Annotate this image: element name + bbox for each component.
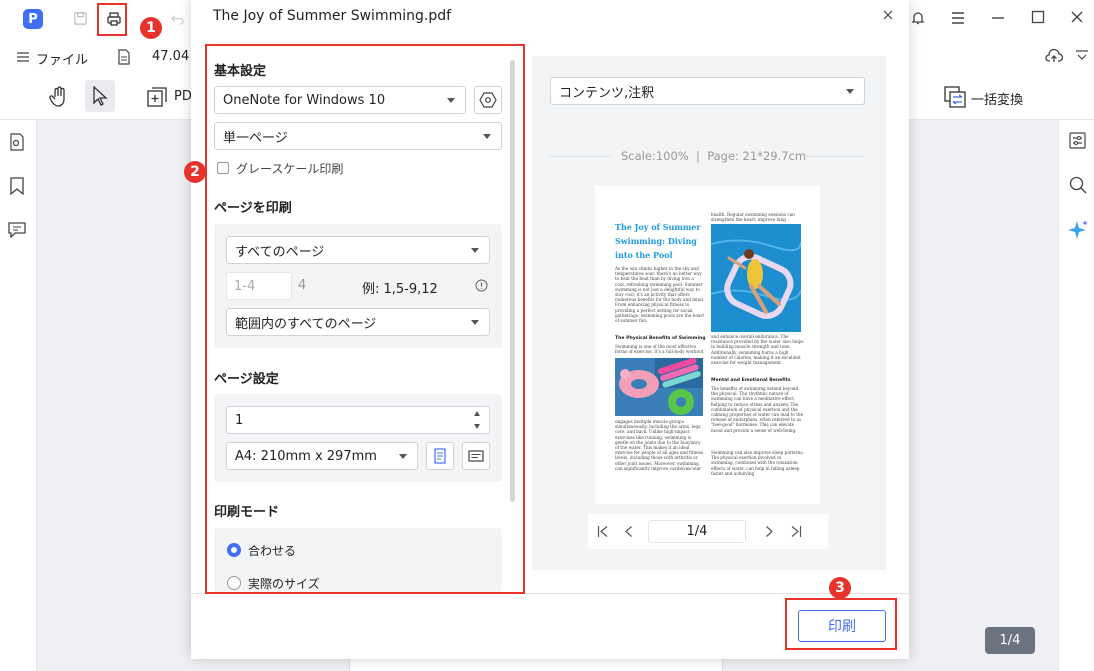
minimize-icon[interactable] <box>991 11 1005 25</box>
doc-mental-heading: Mental and Emotional Benefits <box>711 378 791 383</box>
maximize-icon[interactable] <box>1031 10 1045 24</box>
next-page-icon[interactable] <box>764 525 774 538</box>
doc-col2-top: health. Regular swimming sessions can st… <box>711 212 795 223</box>
preview-page-navigation: 1/4 <box>588 514 828 549</box>
collapse-icon[interactable] <box>1076 50 1088 62</box>
pool-floats-image <box>615 358 703 416</box>
doc-physical-text-1: Swimming is one of the most effective fo… <box>615 344 704 355</box>
menu-icon[interactable] <box>950 11 966 25</box>
callout-box-settings <box>205 44 525 594</box>
callout-box-print-icon <box>97 3 127 36</box>
doc-physical-text-2: engages multiple muscle groups simultane… <box>615 419 704 471</box>
doc-mental-text-2: Swimming can also improve sleep patterns… <box>711 450 804 476</box>
doc-intro: As the sun climbs higher in the sky and … <box>615 266 705 324</box>
properties-icon[interactable] <box>1069 132 1086 149</box>
doc-mental-text-1: The benefits of swimming extend beyond t… <box>711 386 804 433</box>
undo-icon[interactable] <box>170 11 185 26</box>
thumbnail-icon[interactable] <box>8 133 26 151</box>
scale-divider-left <box>549 156 611 157</box>
left-sidebar <box>0 120 37 671</box>
close-icon[interactable] <box>881 8 897 24</box>
page-number-value: 1/4 <box>686 524 708 539</box>
tool-pdf-label[interactable]: PDF <box>174 89 191 104</box>
comment-icon[interactable] <box>8 221 26 238</box>
ai-sparkle-icon[interactable] <box>1067 219 1089 241</box>
last-page-icon[interactable] <box>790 525 802 538</box>
callout-box-print-button <box>785 598 897 650</box>
hamburger-icon[interactable] <box>17 52 29 62</box>
page-icon[interactable] <box>117 49 131 65</box>
select-tool-icon[interactable] <box>85 80 115 112</box>
page-number-field[interactable]: 1/4 <box>648 520 746 543</box>
content-select-value: コンテンツ,注釈 <box>559 85 655 101</box>
callout-badge-2: 2 <box>184 161 206 183</box>
bell-icon[interactable] <box>910 10 926 26</box>
doc-title: The Joy of Summer Swimming: Diving into … <box>615 222 701 260</box>
scale-divider-right <box>803 156 865 157</box>
window-close-icon[interactable] <box>1070 10 1084 24</box>
hand-tool-icon[interactable] <box>49 86 69 108</box>
callout-badge-3: 3 <box>829 577 851 599</box>
page-indicator: 1/4 <box>985 627 1035 654</box>
menu-file[interactable]: ファイル <box>36 49 88 68</box>
app-logo-icon: P <box>23 9 43 29</box>
swimmer-image <box>711 224 801 332</box>
bookmark-icon[interactable] <box>9 177 25 195</box>
callout-badge-1: 1 <box>140 17 162 39</box>
prev-page-icon[interactable] <box>624 525 634 538</box>
scale-info: Scale:100% | Page: 21*29.7cm <box>621 149 807 163</box>
add-pdf-icon[interactable] <box>147 87 167 107</box>
batch-convert-icon[interactable] <box>944 86 966 108</box>
first-page-icon[interactable] <box>597 525 609 538</box>
doc-col2-mid: and enhance overall endurance. The resis… <box>711 334 804 366</box>
search-icon[interactable] <box>1069 176 1087 194</box>
chevron-down-icon <box>846 89 854 94</box>
right-sidebar <box>1058 120 1094 671</box>
zoom-level[interactable]: 47.04% <box>152 49 190 64</box>
content-select[interactable]: コンテンツ,注釈 <box>550 77 865 105</box>
batch-convert-label[interactable]: 一括変換 <box>971 89 1023 108</box>
dialog-title: The Joy of Summer Swimming.pdf <box>213 8 452 24</box>
save-icon[interactable] <box>73 11 88 26</box>
cloud-upload-icon[interactable] <box>1045 48 1063 64</box>
preview-page: The Joy of Summer Swimming: Diving into … <box>595 186 820 504</box>
doc-physical-heading: The Physical Benefits of Swimming <box>615 336 706 341</box>
